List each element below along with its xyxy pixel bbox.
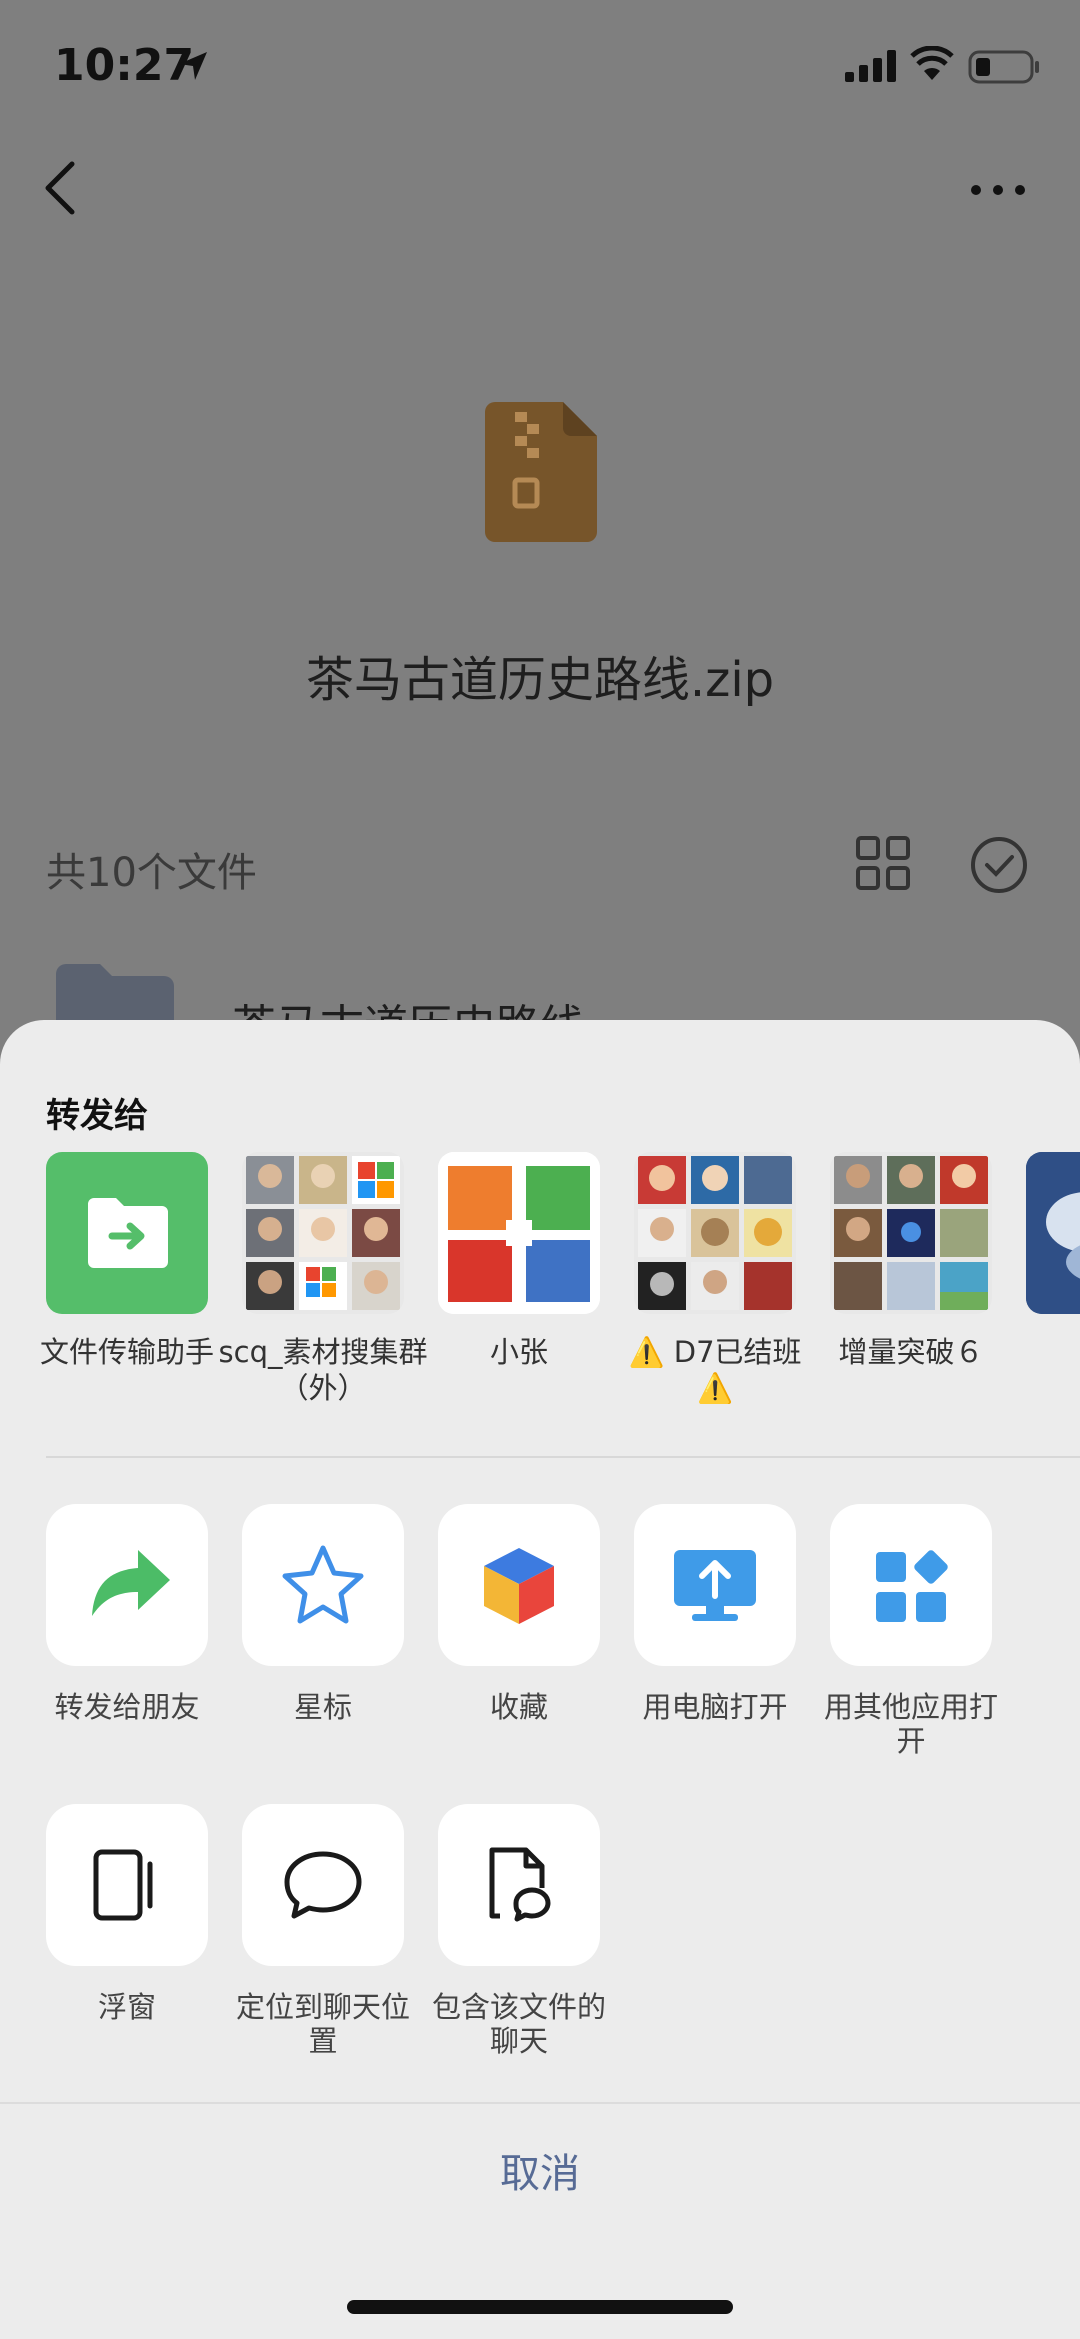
contact-name-with-warning: ⚠️ D7已结班 ⚠️ [610, 1334, 820, 1406]
action-label: 用其他应用打开 [823, 1690, 998, 1758]
action-label: 收藏 [489, 1690, 548, 1724]
file-chat-icon [489, 1847, 551, 1922]
contact-name: 陈 [1002, 1334, 1080, 1370]
contact-avatar-photo-image [1026, 1152, 1080, 1314]
warning-icon: ⚠️ [628, 1335, 665, 1369]
contact-name: 增量突破６ [838, 1335, 984, 1369]
section-divider [46, 1456, 1080, 1458]
contact-name: 文件传输助手 [39, 1335, 214, 1369]
apps-icon [876, 1550, 948, 1622]
recent-contacts-row[interactable]: 文件传输助手 scq_素材搜集群（外） 小张 ⚠️ D7已结班 ⚠️ 增量突破６ [0, 1152, 1080, 1432]
share-action-sheet: 转发给 文件传输助手 scq_素材搜集群（外） 小张 ⚠️ D7已结班 ⚠️ 增… [0, 1020, 1080, 2339]
action-tile[interactable] [438, 1804, 600, 1966]
action-label: 用电脑打开 [642, 1690, 788, 1724]
contact-name: D7已结班 [673, 1335, 802, 1369]
action-label: 包含该文件的聊天 [431, 1990, 606, 2058]
file-title: 茶马古道历史路线.zip [305, 652, 775, 708]
contact-name: 小张 [489, 1335, 548, 1369]
group-avatar-mosaic [638, 1156, 792, 1310]
cellular-signal-icon [845, 50, 896, 82]
contact-avatar-photo [1026, 1152, 1080, 1314]
action-tile[interactable] [242, 1804, 404, 1966]
chat-bubble-icon [284, 1851, 362, 1919]
contact-name: scq_素材搜集群（外） [218, 1335, 428, 1405]
select-check-icon[interactable] [970, 836, 1028, 894]
action-label: 浮窗 [97, 1990, 156, 2024]
forward-icon [92, 1550, 170, 1616]
group-avatar [634, 1152, 796, 1314]
file-helper-avatar [46, 1152, 208, 1314]
star-icon [282, 1545, 364, 1624]
share-heading: 转发给 [46, 1096, 148, 1136]
favorites-cube-icon [484, 1548, 554, 1624]
warning-icon: ⚠️ [696, 1371, 734, 1405]
status-time: 10:27 [54, 40, 195, 91]
action-tile[interactable] [242, 1504, 404, 1666]
group-avatar [830, 1152, 992, 1314]
group-avatar [242, 1152, 404, 1314]
folder-icon [56, 964, 174, 1024]
back-chevron-icon[interactable] [40, 158, 80, 218]
group-avatar-mosaic [834, 1156, 988, 1310]
action-label: 转发给朋友 [54, 1690, 200, 1724]
computer-upload-icon [674, 1550, 756, 1621]
home-indicator [347, 2300, 733, 2314]
file-count: 共10个文件 [46, 850, 257, 896]
zip-file-icon [485, 402, 597, 542]
folder-transfer-icon [88, 1198, 168, 1268]
grid-view-icon[interactable] [856, 836, 910, 890]
action-tile[interactable] [438, 1504, 600, 1666]
action-tile[interactable] [830, 1504, 992, 1666]
group-avatar-mosaic [246, 1156, 400, 1310]
cancel-button[interactable]: 取消 [0, 2104, 1080, 2244]
more-options-icon[interactable] [968, 175, 1028, 205]
action-tile[interactable] [46, 1504, 208, 1666]
wifi-icon [910, 46, 954, 80]
contact-avatar-logo [438, 1152, 600, 1314]
action-label: 定位到聊天位置 [235, 1990, 410, 2058]
action-tile[interactable] [46, 1804, 208, 1966]
battery-icon [968, 50, 1039, 84]
location-arrow-icon [179, 52, 207, 80]
floating-window-icon [93, 1849, 153, 1921]
action-tile[interactable] [634, 1504, 796, 1666]
colored-squares-logo [438, 1152, 600, 1314]
status-bar: 10:27 [0, 0, 1080, 130]
action-label: 星标 [293, 1690, 352, 1724]
